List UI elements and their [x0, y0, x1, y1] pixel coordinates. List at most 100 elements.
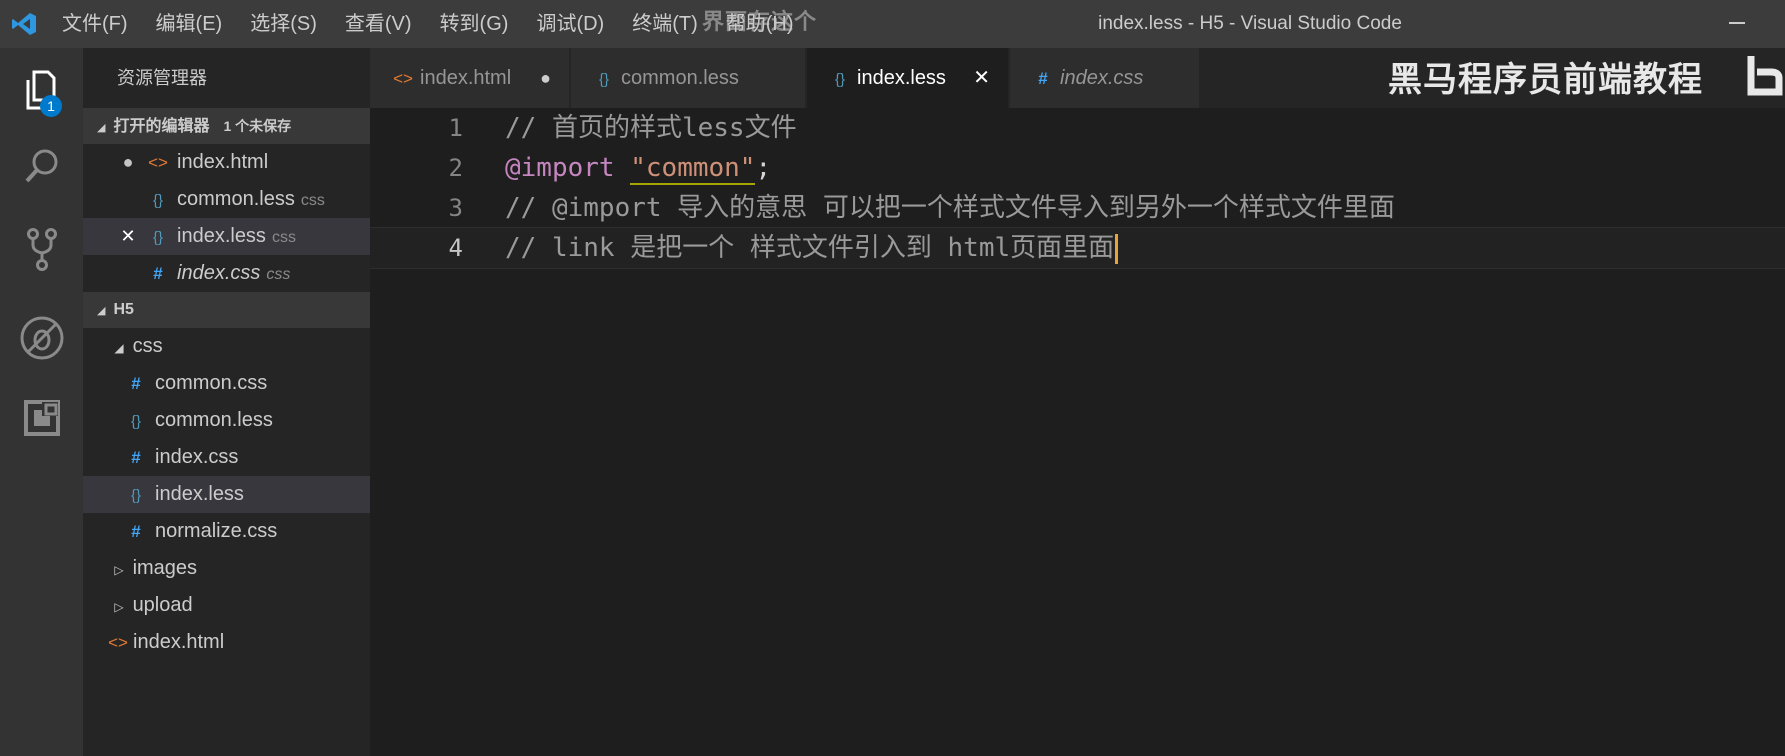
code-text: // 首页的样式less文件: [505, 113, 797, 143]
line-number: 4: [448, 234, 463, 262]
open-editors-header[interactable]: ◢ 打开的编辑器 1 个未保存: [83, 108, 370, 144]
activity-bar: 1: [0, 48, 83, 756]
menu-view[interactable]: 查看(V): [331, 0, 426, 48]
file-label: index.css: [155, 446, 239, 468]
tab-index-html[interactable]: <> index.html ●: [370, 48, 570, 108]
watermark-text: 黑马程序员前端教程: [1388, 61, 1703, 99]
search-activity[interactable]: [0, 126, 83, 206]
video-overlay-text: 界面存这个: [702, 9, 818, 34]
explorer-badge: 1: [40, 95, 62, 117]
extensions-activity[interactable]: [0, 378, 83, 458]
open-editor-folder: css: [300, 192, 325, 209]
file-item[interactable]: # common.css: [83, 365, 370, 402]
tab-common-less[interactable]: {} common.less: [571, 48, 806, 108]
html-file-icon: <>: [148, 153, 168, 172]
menu-terminal[interactable]: 终端(T): [618, 0, 712, 48]
expanded-triangle-icon: ◢: [114, 341, 124, 355]
file-item[interactable]: {} common.less: [83, 402, 370, 439]
explorer-sidebar: 资源管理器 ◢ 打开的编辑器 1 个未保存 ● <> index.html {} comm…: [83, 48, 370, 756]
import-keyword: @import: [505, 153, 615, 183]
file-item-selected[interactable]: {} index.less: [83, 476, 370, 513]
open-editor-label: index.html: [177, 151, 269, 173]
file-item[interactable]: <> index.html: [83, 624, 370, 661]
text-cursor: [1115, 233, 1119, 264]
folder-label: images: [132, 557, 198, 579]
file-label: normalize.css: [155, 520, 278, 542]
folder-label: upload: [132, 594, 193, 616]
tab-label: index.css: [1060, 67, 1144, 89]
menu-debug[interactable]: 调试(D): [522, 0, 618, 48]
less-file-icon: {}: [598, 71, 610, 88]
window-title: index.less - H5 - Visual Studio Code: [1098, 13, 1402, 34]
import-string: "common": [630, 153, 756, 185]
source-control-icon: [26, 228, 57, 271]
css-file-icon: #: [131, 374, 141, 393]
code-line-current: 4 // link 是把一个 样式文件引入到 html页面里面: [370, 227, 1785, 269]
line-number: 3: [448, 194, 463, 222]
open-editor-item[interactable]: # index.css css: [83, 255, 370, 292]
semicolon: ;: [755, 153, 772, 183]
css-file-icon: #: [1038, 69, 1048, 88]
html-file-icon: <>: [108, 633, 128, 652]
close-icon[interactable]: ✕: [973, 48, 990, 108]
close-icon[interactable]: ✕: [117, 218, 139, 255]
expanded-triangle-icon: ◢: [97, 122, 106, 134]
open-editors-title: 打开的编辑器: [113, 118, 210, 135]
code-editor[interactable]: 1 // 首页的样式less文件 2 @import "common"; 3 /…: [370, 108, 1785, 756]
html-file-icon: <>: [393, 69, 413, 88]
open-editor-item[interactable]: ● <> index.html: [83, 144, 370, 181]
collapsed-triangle-icon: ▷: [114, 563, 124, 577]
source-control-activity[interactable]: [0, 210, 83, 290]
project-title: H5: [113, 301, 134, 318]
tab-index-css[interactable]: # index.css: [1010, 48, 1200, 108]
less-file-icon: {}: [834, 71, 846, 88]
vscode-logo-icon: [0, 0, 48, 48]
tab-label: index.html: [420, 67, 512, 89]
code-text: // link 是把一个 样式文件引入到 html页面里面: [505, 228, 1119, 268]
menu-file[interactable]: 文件(F): [48, 0, 142, 48]
folder-css[interactable]: ◢ css: [83, 328, 370, 365]
minimize-button[interactable]: [1729, 10, 1745, 26]
open-editor-item-active[interactable]: ✕ {} index.less css: [83, 218, 370, 255]
debug-activity[interactable]: [0, 298, 83, 378]
line-number: 2: [448, 154, 463, 182]
menu-go[interactable]: 转到(G): [426, 0, 523, 48]
folder-upload[interactable]: ▷ upload: [83, 587, 370, 624]
code-text-content: // link 是把一个 样式文件引入到 html页面里面: [505, 233, 1115, 263]
folder-label: css: [132, 335, 163, 357]
open-editor-item[interactable]: {} common.less css: [83, 181, 370, 218]
menu-selection[interactable]: 选择(S): [236, 0, 331, 48]
unsaved-dot-icon[interactable]: ●: [117, 144, 139, 181]
tab-label: index.less: [857, 67, 946, 89]
less-file-icon: {}: [152, 229, 164, 246]
file-item[interactable]: # index.css: [83, 439, 370, 476]
extensions-icon: [23, 400, 60, 436]
explorer-activity[interactable]: 1: [0, 50, 83, 130]
sidebar-title: 资源管理器: [117, 68, 207, 88]
file-item[interactable]: # normalize.css: [83, 513, 370, 550]
debug-icon: [20, 316, 63, 360]
css-file-icon: #: [131, 522, 141, 541]
folder-images[interactable]: ▷ images: [83, 550, 370, 587]
unsaved-dot-icon[interactable]: ●: [540, 48, 551, 108]
collapsed-triangle-icon: ▷: [114, 600, 124, 614]
code-text: // @import 导入的意思 可以把一个样式文件导入到另外一个样式文件里面: [505, 193, 1395, 223]
tab-index-less[interactable]: {} index.less ✕: [807, 48, 1009, 108]
file-label: index.less: [155, 483, 244, 505]
unsaved-count: 1 个未保存: [223, 118, 292, 134]
open-editor-label: index.css: [177, 262, 261, 284]
expanded-triangle-icon: ◢: [97, 305, 106, 317]
file-label: common.css: [155, 372, 268, 394]
line-number: 1: [448, 114, 463, 142]
menu-edit[interactable]: 编辑(E): [142, 0, 237, 48]
code-text: @import "common";: [505, 148, 771, 188]
title-bar: 文件(F) 编辑(E) 选择(S) 查看(V) 转到(G) 调试(D) 终端(T…: [0, 0, 1785, 48]
project-header[interactable]: ◢ H5: [83, 292, 370, 328]
code-line: 1 // 首页的样式less文件: [370, 108, 1785, 148]
open-editor-folder: css: [271, 229, 296, 246]
open-editor-folder: css: [266, 266, 291, 283]
file-label: common.less: [155, 409, 273, 431]
css-file-icon: #: [153, 264, 163, 283]
less-file-icon: {}: [130, 413, 142, 430]
file-label: index.html: [133, 631, 225, 653]
